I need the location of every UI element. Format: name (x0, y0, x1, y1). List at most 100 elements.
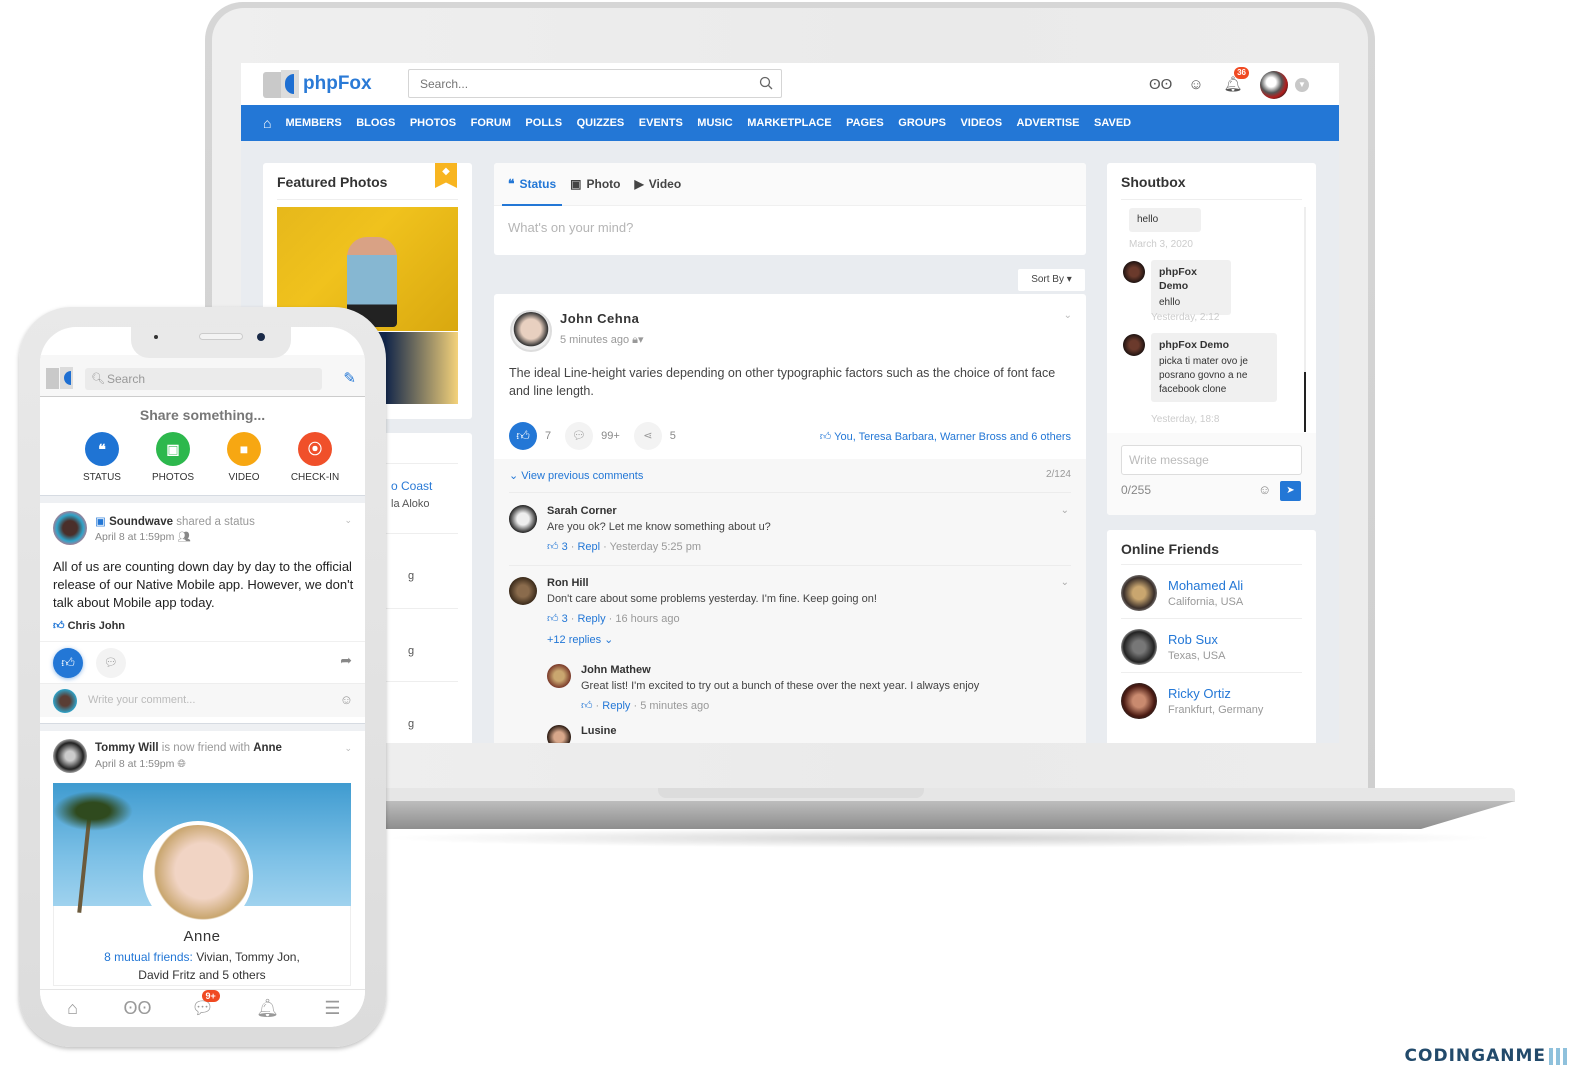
nav-videos[interactable]: VIDEOS (960, 117, 1002, 129)
mobile-search-input[interactable]: 🔍︎ Search (85, 368, 322, 390)
commenter-name[interactable]: John Mathew (581, 664, 651, 676)
nav-members[interactable]: MEMBERS (285, 117, 341, 129)
comment-box[interactable]: Write your comment... ☺ (40, 683, 365, 717)
comment-options-chevron-icon[interactable]: ⌄ (1061, 505, 1069, 516)
emoji-icon[interactable]: ☺ (1258, 482, 1271, 497)
shout-avatar[interactable] (1123, 334, 1145, 356)
like-comment-icon[interactable]: 👍︎ 3 (547, 541, 568, 553)
nav-events[interactable]: EVENTS (639, 117, 683, 129)
nav-advertise[interactable]: ADVERTISE (1017, 117, 1080, 129)
mobile-post: Tommy Will is now friend with Anne April… (40, 731, 365, 991)
share-arrow-icon[interactable]: ➦ (340, 652, 352, 669)
friend-name[interactable]: Rob Sux (1168, 632, 1218, 647)
user-avatar[interactable] (1260, 71, 1288, 99)
post-options-chevron-icon[interactable]: ⌄ (344, 515, 352, 526)
menu-icon[interactable]: ☰ (318, 998, 348, 1019)
nav-quizzes[interactable]: QUIZZES (577, 117, 625, 129)
post-options-chevron-icon[interactable]: ⌄ (344, 743, 352, 754)
share-video-button[interactable]: ■ VIDEO (222, 432, 266, 483)
post-author-avatar[interactable] (53, 739, 87, 773)
like-button[interactable]: 👍︎ (509, 422, 537, 450)
search-input[interactable] (409, 70, 739, 97)
lock-icon[interactable]: 🔒︎▾ (632, 334, 643, 346)
sort-by-dropdown[interactable]: Sort By ▾ (1018, 269, 1085, 291)
friends-icon[interactable]: ʘʘ (123, 998, 153, 1019)
liked-by[interactable]: 👍︎ Chris John (53, 619, 125, 632)
mutual-friends[interactable]: 8 mutual friends: Vivian, Tommy Jon, Dav… (54, 948, 350, 984)
messages-icon[interactable]: ☺ (1186, 75, 1206, 95)
nav-music[interactable]: MUSIC (697, 117, 732, 129)
like-button[interactable]: 👍︎ (53, 648, 83, 678)
likers-list[interactable]: 👍︎ You, Teresa Barbara, Warner Bross and… (820, 430, 1071, 443)
emoji-icon[interactable]: ☺ (340, 692, 353, 707)
comment-options-chevron-icon[interactable]: ⌄ (1061, 577, 1069, 588)
nav-groups[interactable]: GROUPS (898, 117, 946, 129)
nav-saved[interactable]: SAVED (1094, 117, 1131, 129)
friend-name[interactable]: Ricky Ortiz (1168, 686, 1231, 701)
site-logo[interactable]: phpFox (263, 70, 372, 98)
friend-avatar[interactable] (1121, 575, 1157, 611)
commenter-avatar[interactable] (509, 505, 537, 533)
like-comment-icon[interactable]: 👍︎ (581, 700, 593, 712)
share-checkin-button[interactable]: ⦿ CHECK-IN (291, 432, 339, 483)
commenter-avatar[interactable] (547, 664, 571, 688)
friend-avatar[interactable] (1121, 683, 1157, 719)
nav-blogs[interactable]: BLOGS (356, 117, 395, 129)
commenter-name[interactable]: Sarah Corner (547, 505, 617, 517)
friend-avatar[interactable] (1121, 629, 1157, 665)
status-input[interactable]: What's on your mind? (494, 206, 1086, 249)
share-icon[interactable]: ⋖ (633, 422, 662, 450)
nav-photos[interactable]: PHOTOS (410, 117, 456, 129)
nav-polls[interactable]: POLLS (525, 117, 562, 129)
chat-icon[interactable]: 💬︎ 9+ (188, 990, 220, 1019)
home-icon[interactable]: ⌂ (58, 998, 88, 1019)
list-item-title[interactable]: o Coast (391, 479, 432, 493)
post-author-avatar[interactable] (510, 310, 552, 352)
nav-forum[interactable]: FORUM (471, 117, 511, 129)
friend-item[interactable]: Rob Sux Texas, USA (1121, 618, 1302, 672)
like-comment-icon[interactable]: 👍︎ 3 (547, 613, 568, 625)
tab-status[interactable]: ❝ Status (501, 163, 563, 206)
shout-message: phpFox Demo picka ti mater ovo je posrano… (1151, 333, 1277, 402)
account-menu-caret-icon[interactable]: ▼ (1295, 78, 1309, 92)
friend-name[interactable]: Mohamed Ali (1168, 578, 1243, 593)
commenter-avatar[interactable] (509, 577, 537, 605)
reply-link[interactable]: Reply (577, 613, 605, 625)
view-previous-comments[interactable]: ⌄ View previous comments (509, 469, 643, 482)
tab-photo[interactable]: ▣ Photo (570, 163, 620, 206)
mobile-logo-icon[interactable] (46, 367, 74, 389)
commenter-name[interactable]: Ron Hill (547, 577, 589, 589)
friend-item[interactable]: Ricky Ortiz Frankfurt, Germany (1121, 672, 1302, 726)
compose-edit-icon[interactable]: ✎ (343, 369, 356, 387)
commenter-name[interactable]: Lusine (581, 725, 616, 737)
friend-item[interactable]: Mohamed Ali California, USA (1121, 564, 1302, 618)
comment-icon[interactable]: 💬︎ (565, 422, 594, 450)
send-button[interactable]: ➤ (1280, 481, 1301, 501)
shout-message-input[interactable]: Write message (1121, 445, 1302, 475)
nav-marketplace[interactable]: MARKETPLACE (747, 117, 831, 129)
post-options-chevron-icon[interactable]: ⌄ (1064, 310, 1072, 321)
home-icon[interactable]: ⌂ (263, 115, 271, 131)
share-status-button[interactable]: ❝ STATUS (80, 432, 124, 483)
photo-icon: ▣ (570, 176, 582, 191)
reply-link[interactable]: Repl (577, 541, 600, 553)
friend-card-name[interactable]: Anne (54, 928, 350, 945)
shout-avatar[interactable] (1123, 261, 1145, 283)
friends-icon[interactable]: ʘʘ (1149, 75, 1172, 95)
comment-input[interactable]: Write your comment... (88, 694, 195, 706)
nav-pages[interactable]: PAGES (846, 117, 884, 129)
share-photos-button[interactable]: ▣ PHOTOS (151, 432, 195, 483)
notifications-icon[interactable]: 🔔︎ 36 (1223, 67, 1249, 95)
post-author-name[interactable]: John Cehna (560, 311, 639, 326)
tab-video[interactable]: ▶ Video (635, 163, 682, 206)
search-icon[interactable] (759, 76, 773, 90)
more-replies-link[interactable]: +12 replies ⌄ (547, 633, 613, 646)
search-box[interactable] (408, 69, 782, 98)
reply-link[interactable]: Reply (602, 700, 630, 712)
commenter-avatar[interactable] (547, 725, 571, 743)
bell-icon[interactable]: 🔔︎ (253, 998, 283, 1019)
post-header: Tommy Will is now friend with Anne (95, 742, 282, 754)
comment-button[interactable]: 💬︎ (96, 648, 126, 678)
shoutbox-scrollbar[interactable] (1304, 207, 1306, 432)
post-author-avatar[interactable] (53, 511, 87, 545)
